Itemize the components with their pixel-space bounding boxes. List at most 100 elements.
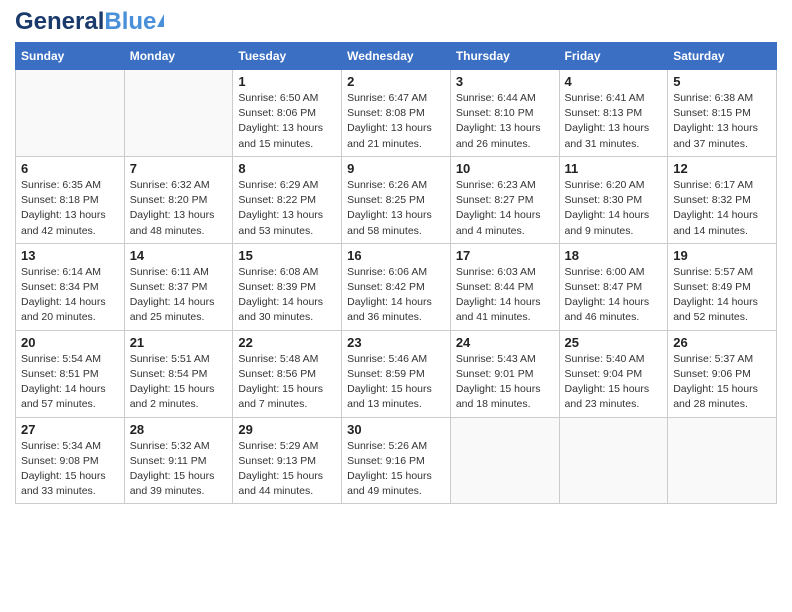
day-info: Sunrise: 6:20 AM Sunset: 8:30 PM Dayligh… [565,178,663,239]
logo: GeneralBlue [15,10,164,34]
day-info: Sunrise: 6:23 AM Sunset: 8:27 PM Dayligh… [456,178,554,239]
day-number: 4 [565,74,663,89]
day-number: 6 [21,161,119,176]
calendar-week-row: 27 Sunrise: 5:34 AM Sunset: 9:08 PM Dayli… [16,417,777,504]
day-info: Sunrise: 6:41 AM Sunset: 8:13 PM Dayligh… [565,91,663,152]
calendar-cell [124,70,233,157]
day-info: Sunrise: 6:29 AM Sunset: 8:22 PM Dayligh… [238,178,336,239]
day-number: 1 [238,74,336,89]
calendar-cell: 10 Sunrise: 6:23 AM Sunset: 8:27 PM Dayli… [450,156,559,243]
day-info: Sunrise: 6:38 AM Sunset: 8:15 PM Dayligh… [673,91,771,152]
logo-text: GeneralBlue [15,10,164,34]
calendar-cell: 3 Sunrise: 6:44 AM Sunset: 8:10 PM Daylig… [450,70,559,157]
day-info: Sunrise: 6:11 AM Sunset: 8:37 PM Dayligh… [130,265,228,326]
calendar-cell: 20 Sunrise: 5:54 AM Sunset: 8:51 PM Dayli… [16,330,125,417]
calendar-cell: 23Sunrise: 5:46 AM Sunset: 8:59 PM Dayli… [342,330,451,417]
day-number: 8 [238,161,336,176]
day-info: Sunrise: 5:57 AM Sunset: 8:49 PM Dayligh… [673,265,771,326]
day-info: Sunrise: 5:29 AM Sunset: 9:13 PM Dayligh… [238,439,336,500]
day-number: 17 [456,248,554,263]
day-info: Sunrise: 5:46 AM Sunset: 8:59 PM Dayligh… [347,352,445,413]
calendar-cell: 22 Sunrise: 5:48 AM Sunset: 8:56 PM Dayli… [233,330,342,417]
calendar-cell: 19Sunrise: 5:57 AM Sunset: 8:49 PM Dayli… [668,243,777,330]
calendar-cell: 6 Sunrise: 6:35 AM Sunset: 8:18 PM Daylig… [16,156,125,243]
day-number: 16 [347,248,445,263]
day-number: 10 [456,161,554,176]
day-number: 30 [347,422,445,437]
calendar-cell: 8 Sunrise: 6:29 AM Sunset: 8:22 PM Daylig… [233,156,342,243]
day-info: Sunrise: 5:26 AM Sunset: 9:16 PM Dayligh… [347,439,445,500]
day-number: 5 [673,74,771,89]
day-number: 15 [238,248,336,263]
calendar-cell: 1 Sunrise: 6:50 AM Sunset: 8:06 PM Daylig… [233,70,342,157]
day-info: Sunrise: 5:34 AM Sunset: 9:08 PM Dayligh… [21,439,119,500]
calendar-cell: 28 Sunrise: 5:32 AM Sunset: 9:11 PM Dayli… [124,417,233,504]
day-number: 25 [565,335,663,350]
calendar-week-row: 1 Sunrise: 6:50 AM Sunset: 8:06 PM Daylig… [16,70,777,157]
day-info: Sunrise: 6:17 AM Sunset: 8:32 PM Dayligh… [673,178,771,239]
day-number: 20 [21,335,119,350]
calendar-cell: 9 Sunrise: 6:26 AM Sunset: 8:25 PM Daylig… [342,156,451,243]
calendar-cell: 5 Sunrise: 6:38 AM Sunset: 8:15 PM Daylig… [668,70,777,157]
day-info: Sunrise: 5:48 AM Sunset: 8:56 PM Dayligh… [238,352,336,413]
calendar-cell: 16 Sunrise: 6:06 AM Sunset: 8:42 PM Dayli… [342,243,451,330]
calendar-cell: 29Sunrise: 5:29 AM Sunset: 9:13 PM Dayli… [233,417,342,504]
calendar-week-row: 20 Sunrise: 5:54 AM Sunset: 8:51 PM Dayli… [16,330,777,417]
day-info: Sunrise: 5:43 AM Sunset: 9:01 PM Dayligh… [456,352,554,413]
day-info: Sunrise: 5:40 AM Sunset: 9:04 PM Dayligh… [565,352,663,413]
calendar-cell [559,417,668,504]
calendar-cell: 14 Sunrise: 6:11 AM Sunset: 8:37 PM Dayli… [124,243,233,330]
day-number: 7 [130,161,228,176]
calendar-table: SundayMondayTuesdayWednesdayThursdayFrid… [15,42,777,504]
day-number: 21 [130,335,228,350]
day-number: 28 [130,422,228,437]
calendar-cell [450,417,559,504]
calendar-cell: 15Sunrise: 6:08 AM Sunset: 8:39 PM Dayli… [233,243,342,330]
calendar-cell: 4 Sunrise: 6:41 AM Sunset: 8:13 PM Daylig… [559,70,668,157]
day-info: Sunrise: 6:03 AM Sunset: 8:44 PM Dayligh… [456,265,554,326]
day-number: 13 [21,248,119,263]
calendar-cell: 25 Sunrise: 5:40 AM Sunset: 9:04 PM Dayli… [559,330,668,417]
calendar-cell: 27 Sunrise: 5:34 AM Sunset: 9:08 PM Dayli… [16,417,125,504]
day-number: 27 [21,422,119,437]
column-header-monday: Monday [124,43,233,70]
column-header-thursday: Thursday [450,43,559,70]
calendar-cell: 12 Sunrise: 6:17 AM Sunset: 8:32 PM Dayli… [668,156,777,243]
column-header-wednesday: Wednesday [342,43,451,70]
day-info: Sunrise: 6:35 AM Sunset: 8:18 PM Dayligh… [21,178,119,239]
calendar-cell: 30 Sunrise: 5:26 AM Sunset: 9:16 PM Dayli… [342,417,451,504]
day-info: Sunrise: 6:00 AM Sunset: 8:47 PM Dayligh… [565,265,663,326]
day-number: 26 [673,335,771,350]
day-info: Sunrise: 6:50 AM Sunset: 8:06 PM Dayligh… [238,91,336,152]
day-info: Sunrise: 6:47 AM Sunset: 8:08 PM Dayligh… [347,91,445,152]
day-info: Sunrise: 5:51 AM Sunset: 8:54 PM Dayligh… [130,352,228,413]
column-header-saturday: Saturday [668,43,777,70]
day-number: 11 [565,161,663,176]
calendar-cell: 7Sunrise: 6:32 AM Sunset: 8:20 PM Daylig… [124,156,233,243]
day-info: Sunrise: 5:54 AM Sunset: 8:51 PM Dayligh… [21,352,119,413]
day-number: 3 [456,74,554,89]
day-info: Sunrise: 6:44 AM Sunset: 8:10 PM Dayligh… [456,91,554,152]
calendar-cell [668,417,777,504]
day-info: Sunrise: 6:26 AM Sunset: 8:25 PM Dayligh… [347,178,445,239]
day-number: 14 [130,248,228,263]
day-number: 18 [565,248,663,263]
calendar-cell: 24Sunrise: 5:43 AM Sunset: 9:01 PM Dayli… [450,330,559,417]
calendar-cell: 2 Sunrise: 6:47 AM Sunset: 8:08 PM Daylig… [342,70,451,157]
day-number: 9 [347,161,445,176]
day-info: Sunrise: 6:14 AM Sunset: 8:34 PM Dayligh… [21,265,119,326]
day-number: 12 [673,161,771,176]
column-header-tuesday: Tuesday [233,43,342,70]
day-number: 2 [347,74,445,89]
page-header: GeneralBlue [15,10,777,34]
day-info: Sunrise: 6:06 AM Sunset: 8:42 PM Dayligh… [347,265,445,326]
day-info: Sunrise: 5:37 AM Sunset: 9:06 PM Dayligh… [673,352,771,413]
calendar-week-row: 6 Sunrise: 6:35 AM Sunset: 8:18 PM Daylig… [16,156,777,243]
day-info: Sunrise: 5:32 AM Sunset: 9:11 PM Dayligh… [130,439,228,500]
calendar-cell: 26 Sunrise: 5:37 AM Sunset: 9:06 PM Dayli… [668,330,777,417]
calendar-cell: 17 Sunrise: 6:03 AM Sunset: 8:44 PM Dayli… [450,243,559,330]
day-number: 22 [238,335,336,350]
calendar-week-row: 13 Sunrise: 6:14 AM Sunset: 8:34 PM Dayli… [16,243,777,330]
column-header-friday: Friday [559,43,668,70]
calendar-cell: 21 Sunrise: 5:51 AM Sunset: 8:54 PM Dayli… [124,330,233,417]
